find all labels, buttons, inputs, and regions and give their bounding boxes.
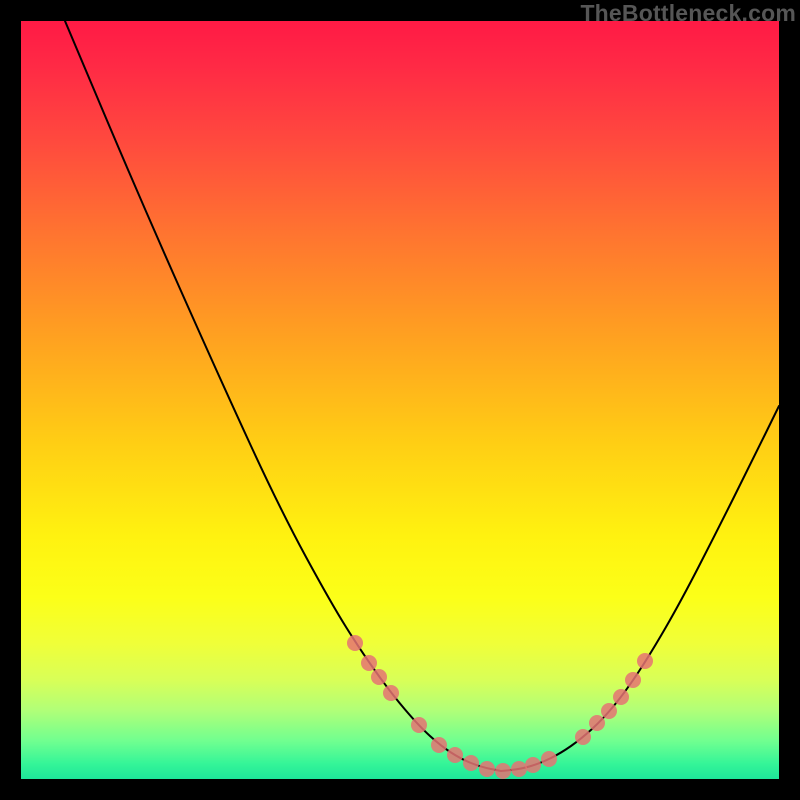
data-marker	[541, 751, 557, 767]
data-marker	[411, 717, 427, 733]
data-marker	[637, 653, 653, 669]
data-marker	[601, 703, 617, 719]
data-marker	[479, 761, 495, 777]
data-marker	[589, 715, 605, 731]
data-marker	[495, 763, 511, 779]
data-marker	[347, 635, 363, 651]
data-marker	[431, 737, 447, 753]
curve-right	[501, 406, 779, 771]
data-marker	[625, 672, 641, 688]
data-marker	[447, 747, 463, 763]
data-marker	[575, 729, 591, 745]
marker-group	[347, 635, 653, 779]
data-marker	[525, 757, 541, 773]
chart-svg	[21, 21, 779, 779]
curve-left	[65, 21, 501, 771]
data-marker	[371, 669, 387, 685]
data-marker	[383, 685, 399, 701]
data-marker	[511, 761, 527, 777]
data-marker	[613, 689, 629, 705]
data-marker	[463, 755, 479, 771]
data-marker	[361, 655, 377, 671]
chart-container: TheBottleneck.com	[0, 0, 800, 800]
plot-area	[21, 21, 779, 779]
